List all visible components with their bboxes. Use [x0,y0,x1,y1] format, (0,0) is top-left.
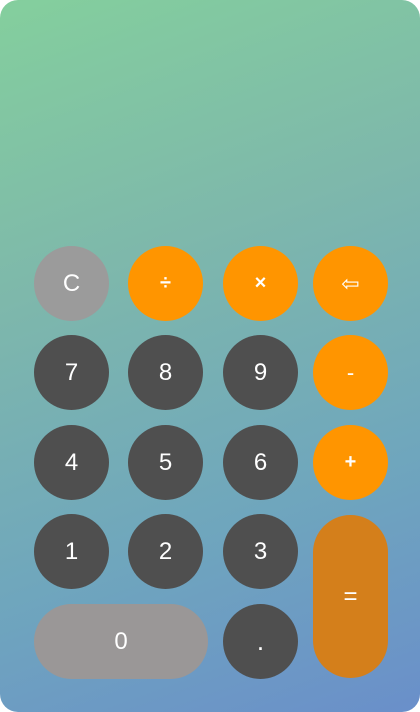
clear-button[interactable]: C [34,246,109,321]
digit-7-button[interactable]: 7 [34,335,109,410]
digit-5-button[interactable]: 5 [128,425,203,500]
digit-3-button[interactable]: 3 [223,514,298,589]
decimal-button[interactable]: . [223,604,298,679]
equals-button[interactable]: = [313,515,388,678]
digit-0-button[interactable]: 0 [34,604,208,679]
multiply-button[interactable]: × [223,246,298,321]
digit-1-button[interactable]: 1 [34,514,109,589]
calculator: C ÷ × ⇦ 7 8 9 - 4 5 6 + 1 2 3 = 0 . [0,0,420,712]
minus-button[interactable]: - [313,335,388,410]
digit-8-button[interactable]: 8 [128,335,203,410]
digit-4-button[interactable]: 4 [34,425,109,500]
digit-9-button[interactable]: 9 [223,335,298,410]
display [0,0,420,230]
digit-6-button[interactable]: 6 [223,425,298,500]
divide-button[interactable]: ÷ [128,246,203,321]
backspace-button[interactable]: ⇦ [313,246,388,321]
digit-2-button[interactable]: 2 [128,514,203,589]
plus-button[interactable]: + [313,425,388,500]
